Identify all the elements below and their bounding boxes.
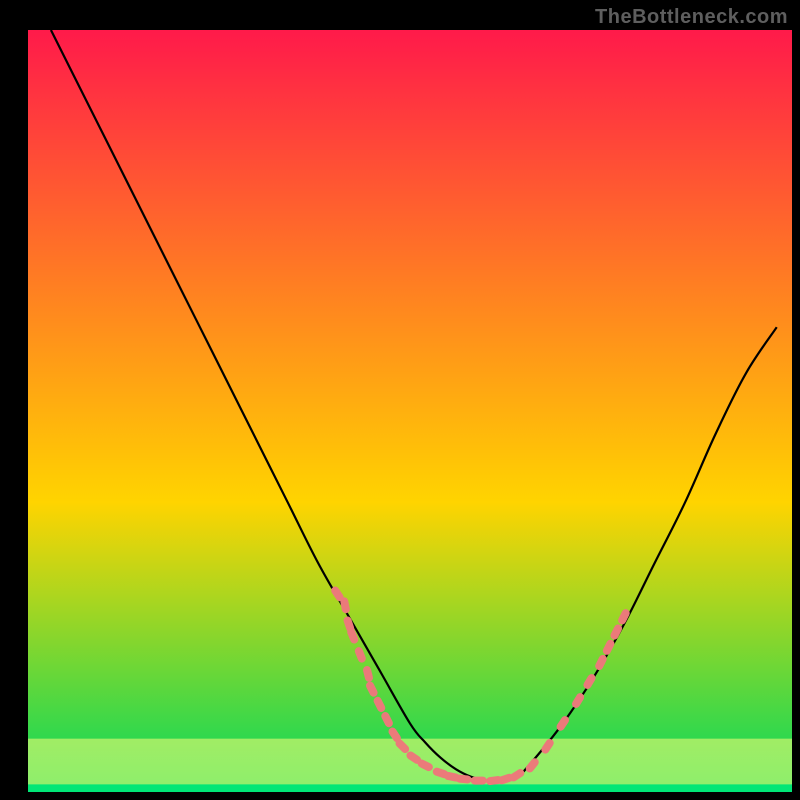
frame-side — [0, 0, 28, 800]
soft-yellow-band — [28, 739, 792, 792]
frame-side — [0, 792, 800, 800]
dash-marker — [471, 777, 487, 785]
green-band — [28, 784, 792, 792]
gradient-background — [28, 30, 792, 792]
plot-area — [28, 30, 792, 792]
frame-side — [792, 0, 800, 800]
chart-container: TheBottleneck.com — [0, 0, 800, 800]
bottleneck-curve-chart — [0, 0, 800, 800]
attribution-text: TheBottleneck.com — [595, 6, 788, 29]
